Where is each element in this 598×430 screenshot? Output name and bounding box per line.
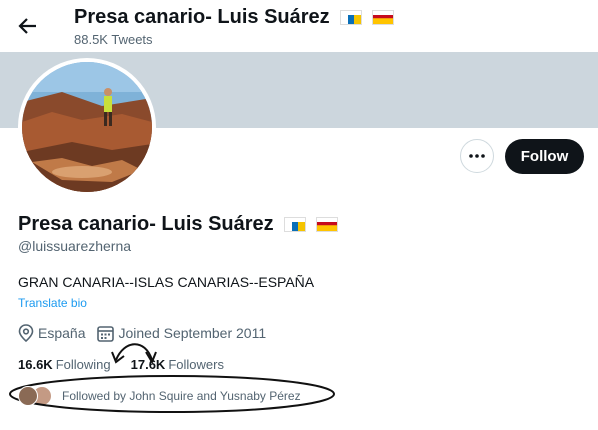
canary-flag-icon bbox=[283, 217, 306, 232]
calendar-icon bbox=[97, 325, 115, 342]
follower-avatar-1 bbox=[18, 386, 38, 406]
following-link[interactable]: 16.6K Following bbox=[18, 357, 111, 372]
top-bar: Presa canario- Luis Suárez 88.5K Tweets bbox=[0, 0, 598, 52]
arrow-left-icon bbox=[18, 18, 36, 34]
tweet-count: 88.5K Tweets bbox=[74, 32, 153, 47]
join-date-text: Joined September 2011 bbox=[118, 325, 267, 341]
join-date: Joined September 2011 bbox=[97, 325, 266, 342]
followers-link[interactable]: 17.6K Followers bbox=[131, 357, 224, 372]
header-title-row: Presa canario- Luis Suárez bbox=[74, 6, 394, 29]
avatar[interactable] bbox=[18, 58, 156, 196]
profile-handle: @luissuarezherna bbox=[18, 238, 132, 254]
following-count: 16.6K bbox=[18, 357, 53, 372]
profile-name: Presa canario- Luis Suárez bbox=[18, 213, 274, 235]
header-title: Presa canario- Luis Suárez bbox=[74, 6, 330, 28]
follow-stats: 16.6K Following 17.6K Followers bbox=[18, 357, 224, 372]
canary-flag-icon bbox=[339, 10, 362, 25]
location-pin-icon bbox=[18, 324, 34, 342]
profile-meta: España Joined September 2011 bbox=[18, 324, 278, 342]
followed-by-text: Followed by John Squire and Yusnaby Pére… bbox=[62, 389, 301, 403]
followed-by[interactable]: Followed by John Squire and Yusnaby Pére… bbox=[18, 386, 301, 406]
more-horizontal-icon bbox=[469, 154, 485, 158]
profile-bio: GRAN CANARIA--ISLAS CANARIAS--ESPAÑA bbox=[18, 274, 315, 290]
location-text: España bbox=[38, 325, 86, 341]
following-label: Following bbox=[55, 357, 111, 372]
follow-button[interactable]: Follow bbox=[505, 139, 584, 174]
profile-name-row: Presa canario- Luis Suárez bbox=[18, 213, 338, 236]
back-button[interactable] bbox=[14, 12, 42, 40]
followers-label: Followers bbox=[168, 357, 224, 372]
more-options-button[interactable] bbox=[460, 139, 494, 173]
spain-flag-icon bbox=[371, 10, 394, 25]
avatar-photo bbox=[22, 62, 152, 192]
followers-count: 17.6K bbox=[130, 357, 166, 372]
location: España bbox=[18, 324, 85, 342]
translate-bio-link[interactable]: Translate bio bbox=[18, 296, 87, 310]
spain-flag-icon bbox=[315, 217, 338, 232]
